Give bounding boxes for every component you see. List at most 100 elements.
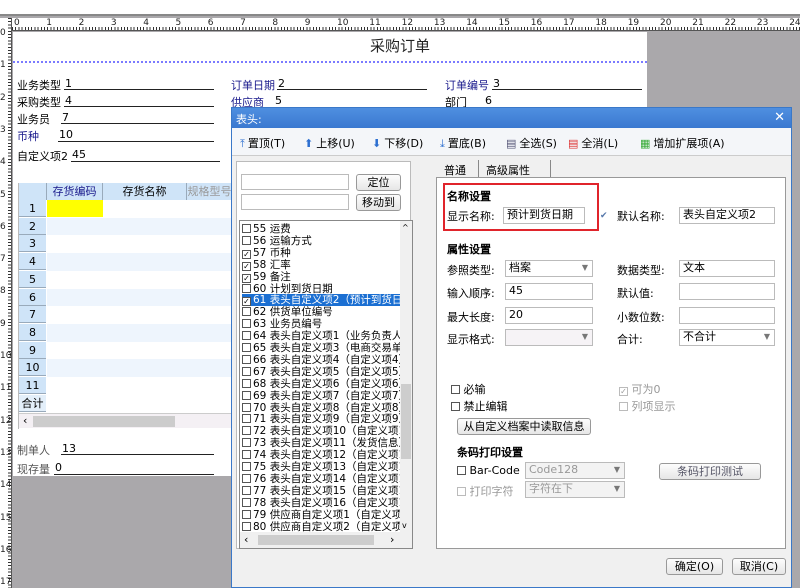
scroll-down-icon[interactable]: v (402, 521, 407, 530)
move-to-input[interactable] (241, 194, 349, 210)
scroll-right-icon[interactable]: › (390, 533, 394, 546)
checkbox[interactable] (451, 385, 460, 394)
checkbox[interactable] (242, 402, 251, 412)
checkbox[interactable] (457, 466, 466, 475)
field-value-custom2[interactable]: 45 (72, 148, 86, 161)
list-item[interactable]: 56 运输方式 (242, 235, 400, 247)
checkbox-checked[interactable]: ✓ (242, 273, 251, 283)
read-archive-button[interactable]: 从自定义档案中读取信息 (457, 418, 591, 435)
default-value-input[interactable] (679, 283, 775, 300)
list-item[interactable]: 67 表头自定义项5（自定义项5） (242, 366, 400, 378)
row-header[interactable]: 8 (19, 323, 46, 341)
list-item[interactable]: 62 供货单位编号 (242, 306, 400, 318)
list-item[interactable]: 77 表头自定义项15（自定义项15） (242, 485, 400, 497)
locate-button[interactable]: 定位 (356, 174, 401, 191)
row-header[interactable]: 3 (19, 235, 46, 253)
checkbox[interactable] (242, 235, 251, 245)
list-item[interactable]: ✓ 58 汇率 (242, 259, 400, 271)
barcode-checkbox[interactable]: Bar-Code (457, 464, 520, 477)
row-header[interactable]: 4 (19, 253, 46, 271)
footer-value-stock[interactable]: 0 (55, 461, 62, 474)
print-char-select[interactable]: 字符在下 ▼ (525, 481, 625, 498)
list-item[interactable]: 73 表头自定义项11（发货信息） (242, 437, 400, 449)
table-row[interactable] (47, 341, 233, 360)
row-header[interactable]: 5 (19, 270, 46, 288)
checkbox[interactable] (242, 485, 251, 495)
checkbox[interactable] (242, 450, 251, 460)
list-item[interactable]: ✓ 57 币种 (242, 247, 400, 259)
checkbox[interactable] (451, 402, 460, 411)
checkbox[interactable] (242, 366, 251, 376)
default-name-input[interactable]: 表头自定义项2 (679, 207, 775, 224)
checkbox[interactable] (242, 343, 251, 352)
locate-input[interactable] (241, 174, 349, 190)
checkbox-checked[interactable]: ✓ (242, 297, 251, 307)
table-row[interactable] (47, 359, 233, 378)
list-item[interactable]: 68 表头自定义项6（自定义项6） (242, 378, 400, 390)
table-row[interactable] (47, 270, 233, 289)
checkbox[interactable] (242, 438, 251, 448)
column-display-checkbox[interactable]: 列项显示 (619, 398, 676, 414)
table-row[interactable] (47, 200, 233, 218)
scrollbar-thumb[interactable] (258, 535, 374, 545)
data-type-input[interactable]: 文本 (679, 260, 775, 277)
active-cell[interactable] (47, 200, 103, 217)
table-row[interactable] (47, 306, 233, 325)
scrollbar-thumb[interactable] (401, 384, 411, 459)
ref-type-select[interactable]: 档案 ▼ (505, 260, 593, 277)
barcode-test-button[interactable]: 条码打印测试 (659, 463, 761, 480)
checkbox[interactable] (242, 473, 251, 483)
table-row[interactable] (47, 377, 233, 395)
display-name-input[interactable]: 预计到货日期 (503, 207, 585, 224)
ok-button[interactable]: 确定(O) (666, 558, 723, 575)
row-header[interactable]: 9 (19, 341, 46, 359)
checkbox[interactable] (242, 462, 251, 471)
list-item[interactable]: 75 表头自定义项13（自定义项13） (242, 461, 400, 473)
table-row[interactable] (47, 217, 233, 236)
dialog-titlebar[interactable]: 表头: (232, 108, 791, 128)
add-extension-button[interactable]: ▦ 增加扩展项(A) (640, 135, 725, 151)
barcode-type-select[interactable]: Code128 ▼ (525, 462, 625, 479)
table-row[interactable] (47, 323, 233, 342)
required-checkbox[interactable]: 必输 (451, 381, 486, 397)
list-item[interactable]: 80 供应商自定义项2（自定义项2） (242, 521, 400, 533)
select-all-button[interactable]: ▤ 全选(S) (506, 135, 557, 151)
list-item[interactable]: 69 表头自定义项7（自定义项7） (242, 390, 400, 402)
list-item[interactable]: 70 表头自定义项8（自定义项8） (242, 402, 400, 414)
column-header-inv-code[interactable]: 存货编码 (47, 183, 103, 200)
cancel-button[interactable]: 取消(C) (732, 558, 786, 575)
list-item[interactable]: 63 业务员编号 (242, 318, 400, 330)
check-icon[interactable]: ✓ (619, 387, 628, 396)
scroll-left-icon[interactable]: ‹ (23, 414, 27, 427)
checkbox[interactable] (242, 331, 251, 341)
format-select[interactable]: ▼ (505, 329, 593, 346)
row-header[interactable]: 1 (19, 200, 46, 217)
checkbox[interactable] (242, 414, 251, 424)
table-row[interactable] (47, 253, 233, 272)
sum-select[interactable]: 不合计 ▼ (679, 329, 775, 346)
checkbox-checked[interactable]: ✓ (242, 249, 251, 259)
column-header-inv-name[interactable]: 存货名称 (103, 183, 187, 200)
checkbox-checked[interactable]: ✓ (242, 261, 251, 271)
checkbox[interactable] (619, 402, 628, 411)
move-to-button[interactable]: 移动到 (356, 194, 401, 211)
list-item[interactable]: 79 供应商自定义项1（自定义项1） (242, 509, 400, 521)
print-char-checkbox[interactable]: 打印字符 (457, 483, 514, 499)
checkbox[interactable] (457, 487, 466, 496)
list-item[interactable]: ✓ 59 备注 (242, 271, 400, 283)
decimals-input[interactable] (679, 307, 775, 324)
checkbox[interactable] (242, 307, 251, 317)
row-header[interactable]: 7 (19, 306, 46, 324)
checkbox[interactable] (242, 378, 251, 388)
table-row[interactable] (47, 235, 233, 254)
allow-zero-checkbox[interactable]: ✓ 可为0 (619, 381, 661, 397)
field-value-supplier[interactable]: 5 (275, 94, 282, 107)
close-icon[interactable]: ✕ (774, 110, 785, 125)
list-item[interactable]: 76 表头自定义项14（自定义项14） (242, 473, 400, 485)
checkbox[interactable] (242, 497, 251, 507)
checkbox[interactable] (242, 390, 251, 400)
header-items-list[interactable]: 55 运费 56 运输方式 ✓ 57 币种 ✓ 58 汇率 ✓ 59 备注 60 计划到货日期 ✓… (239, 220, 413, 549)
list-vscrollbar[interactable]: ^ v (400, 221, 412, 533)
column-header-spec[interactable]: 规格型号 (187, 183, 233, 200)
list-item[interactable]: 65 表头自定义项3（电商交易单号） (242, 342, 400, 354)
